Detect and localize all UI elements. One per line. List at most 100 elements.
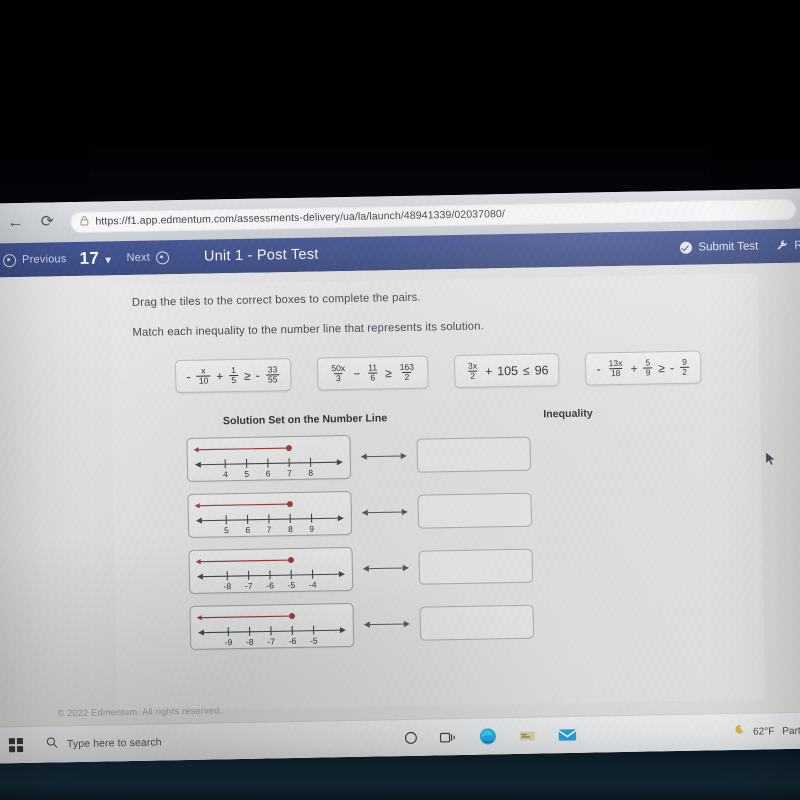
svg-text:-4: -4	[309, 579, 317, 589]
submit-test-label: Submit Test	[698, 240, 759, 254]
math-number: 96	[534, 362, 549, 378]
inequality-tile[interactable]: 3x 2 +105 ≤96	[453, 353, 560, 389]
number-line-graph[interactable]: -8 -7 -6 -5 -4	[188, 546, 354, 594]
svg-text:8: 8	[308, 467, 313, 477]
weather-widget[interactable]: 62°F Partly cl	[732, 722, 800, 740]
svg-text:-5: -5	[288, 579, 296, 589]
svg-text:5: 5	[224, 525, 229, 535]
weather-temperature: 62°F	[752, 725, 775, 738]
fraction: 3x 2	[466, 361, 479, 381]
match-row: -9 -8 -7 -6 -5	[189, 595, 742, 650]
mouse-cursor-icon	[765, 451, 777, 467]
mail-icon[interactable]	[558, 728, 577, 742]
svg-text:7: 7	[267, 524, 272, 534]
previous-button[interactable]: Previous	[2, 253, 67, 267]
wrench-icon	[776, 238, 788, 253]
chevron-down-icon: ▼	[103, 255, 114, 267]
fraction: 13x 18	[607, 358, 625, 379]
number-line-graph[interactable]: 5 6 7 8 9	[187, 490, 353, 538]
windows-start-icon	[9, 738, 23, 753]
instruction-drag-tiles: Drag the tiles to the correct boxes to c…	[131, 291, 421, 309]
svg-text:-5: -5	[310, 635, 318, 645]
inequality-tile[interactable]: - x 10 +1 5 ≥ -33 55	[175, 358, 292, 394]
start-button[interactable]	[0, 738, 36, 753]
cortana-circle-icon[interactable]	[404, 731, 418, 745]
fraction-denominator: 2	[468, 370, 478, 381]
back-arrow-icon[interactable]: ←	[6, 214, 24, 231]
next-button[interactable]: Next	[126, 250, 170, 265]
previous-icon	[2, 253, 17, 267]
inequality-tile[interactable]: 50x 3−11 6 ≥163 2	[317, 355, 429, 391]
svg-text:-8: -8	[246, 636, 254, 646]
negative-sign: -	[255, 368, 260, 383]
number-line-graph[interactable]: 4 5 6 7 8	[186, 434, 352, 482]
lock-icon	[80, 213, 89, 231]
inequality-expression: -13x 18 +5 9 ≥ -9 2	[596, 356, 690, 379]
inequality-drop-target[interactable]	[418, 548, 534, 585]
instruction-match: Match each inequality to the number line…	[132, 320, 484, 339]
assessment-page: Drag the tiles to the correct boxes to c…	[0, 262, 800, 764]
inequality-drop-target[interactable]	[419, 604, 535, 641]
pair-connector-arrow-icon	[354, 617, 420, 630]
search-input[interactable]: Type here to search	[36, 727, 296, 758]
negative-sign: -	[596, 361, 601, 377]
number-line-svg: 4 5 6 7 8	[193, 444, 343, 479]
pinned-app-icon[interactable]	[519, 729, 536, 743]
svg-text:6: 6	[266, 468, 271, 478]
fraction-denominator: 9	[643, 367, 653, 378]
fraction-numerator: 163	[399, 361, 415, 373]
math-operator: +	[485, 363, 493, 379]
inequality-drop-target[interactable]	[417, 492, 533, 529]
inequality-expression: 3x 2 +105 ≤96	[465, 360, 549, 381]
number-line-svg: 5 6 7 8 9	[194, 500, 344, 535]
match-row: 5 6 7 8 9	[187, 483, 740, 538]
fraction-denominator: 3	[333, 373, 343, 384]
svg-text:-7: -7	[267, 636, 275, 646]
reload-icon[interactable]: ⟳	[38, 213, 56, 230]
inequality-drop-target[interactable]	[416, 436, 532, 473]
math-operator: −	[353, 366, 361, 381]
svg-text:5: 5	[244, 468, 249, 478]
page-title: Unit 1 - Post Test	[203, 246, 319, 265]
weather-icon	[732, 724, 745, 740]
tile-tray: - x 10 +1 5 ≥ -33 55 50x 3−11 6 ≥163 2 3x 2 +105 ≤96-13x…	[133, 350, 738, 394]
negative-sign: -	[669, 360, 675, 375]
pair-connector-arrow-icon	[352, 505, 418, 518]
fraction-denominator: 6	[368, 372, 378, 383]
fraction: 59	[643, 357, 653, 378]
tools-button[interactable]: Re	[776, 238, 800, 254]
next-label: Next	[126, 251, 151, 265]
math-operator: +	[630, 361, 638, 376]
fraction-numerator: 9	[681, 356, 687, 367]
submit-test-button[interactable]: Submit Test	[680, 240, 759, 254]
column-header-solution-set: Solution Set on the Number Line	[222, 412, 388, 428]
svg-text:-9: -9	[225, 637, 233, 647]
inequality-expression: 50x 3−11 6 ≥163 2	[328, 361, 417, 384]
question-number-selector[interactable]: 17 ▼	[79, 248, 113, 269]
fraction: 50x 3	[329, 363, 347, 384]
fraction-denominator: 5	[229, 375, 239, 386]
pair-connector-arrow-icon	[353, 561, 419, 574]
svg-text:4: 4	[223, 469, 228, 479]
check-circle-icon	[680, 241, 693, 254]
fraction-denominator: 2	[680, 366, 690, 378]
fraction: 15	[229, 365, 239, 386]
match-row: 4 5 6 7 8	[186, 427, 739, 482]
fraction-denominator: 18	[608, 368, 623, 379]
svg-text:8: 8	[288, 524, 293, 534]
number-line-graph[interactable]: -9 -8 -7 -6 -5	[189, 602, 355, 650]
laptop-screen: ← ⟳ https://f1.app.edmentum.com/assessme…	[0, 188, 800, 764]
task-view-icon[interactable]	[439, 731, 457, 744]
address-bar[interactable]: https://f1.app.edmentum.com/assessments-…	[70, 198, 797, 233]
tools-label: Re	[794, 239, 800, 252]
inequality-tile[interactable]: -13x 18 +5 9 ≥ -9 2	[585, 350, 702, 386]
number-line-svg: -9 -8 -7 -6 -5	[196, 612, 346, 647]
fraction-denominator: 2	[402, 371, 412, 383]
fraction: 33 55	[265, 364, 280, 385]
fraction-numerator: 33	[267, 364, 278, 375]
match-row: -8 -7 -6 -5 -4	[188, 539, 741, 594]
svg-text:-7: -7	[245, 580, 253, 590]
fraction: 11 6	[366, 362, 379, 383]
fraction-denominator: 10	[196, 375, 211, 386]
edge-browser-icon[interactable]	[479, 727, 497, 745]
